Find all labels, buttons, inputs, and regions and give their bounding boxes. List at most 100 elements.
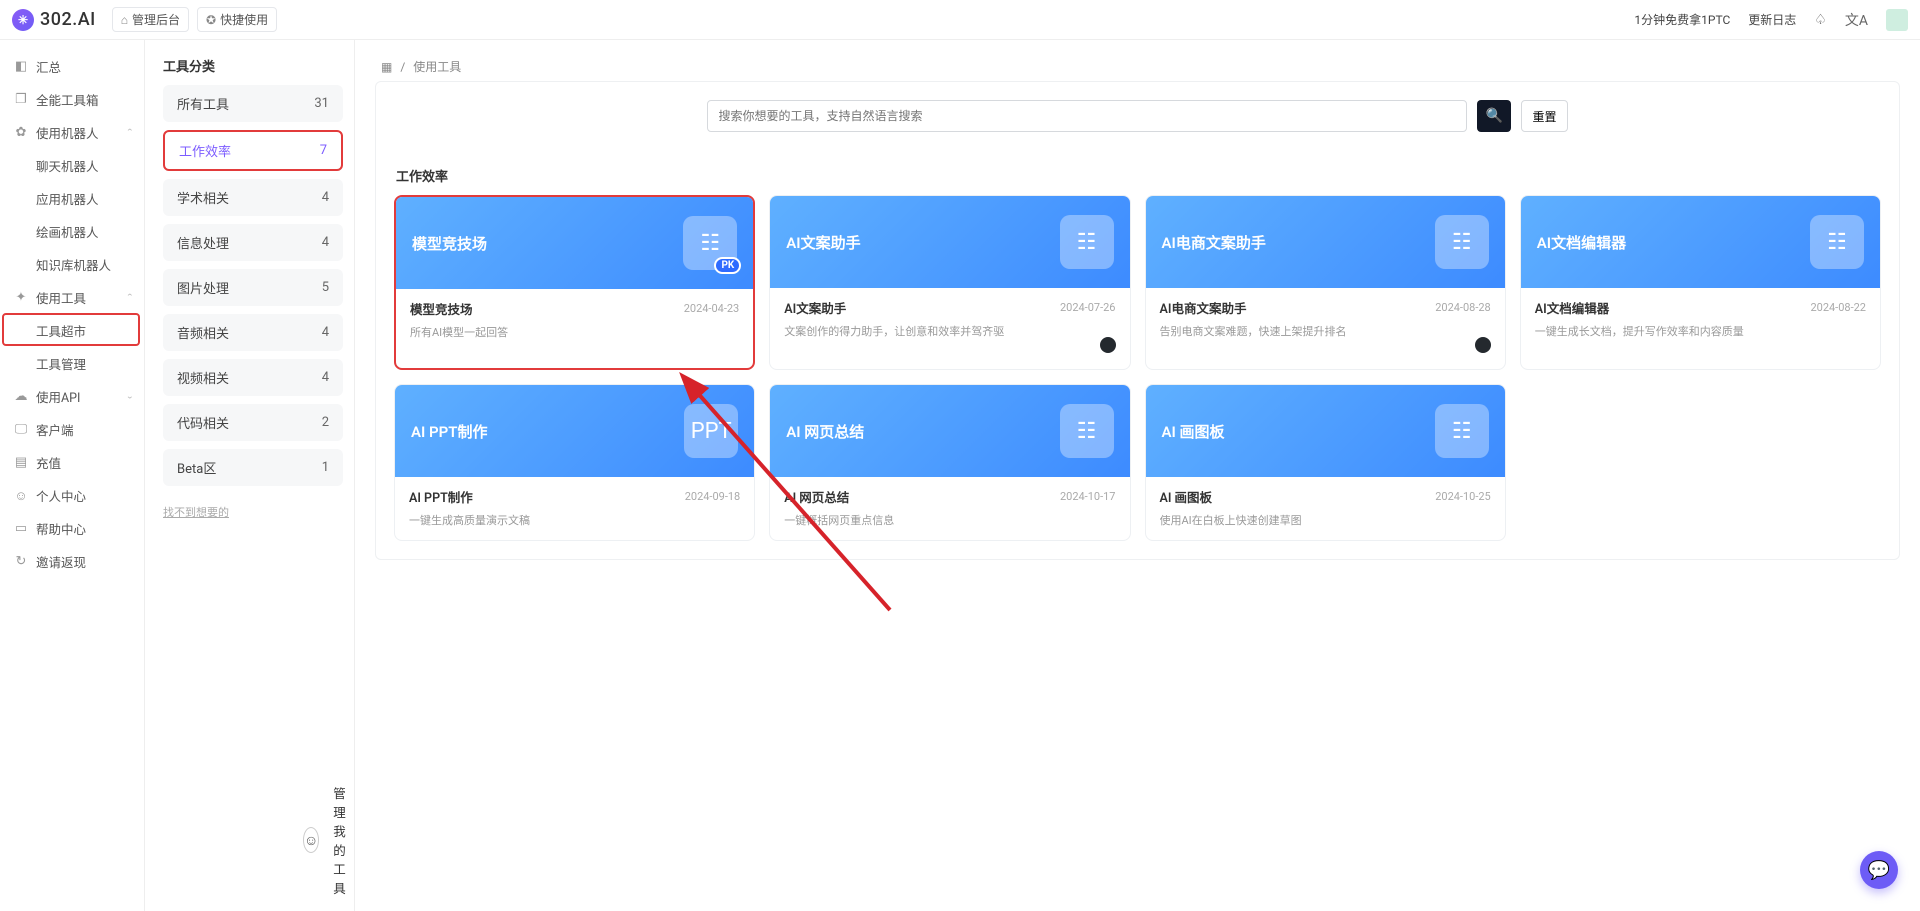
card-desc: 一键概括网页重点信息: [784, 512, 1115, 528]
card-header-icon: ☷: [1060, 404, 1114, 458]
language-icon[interactable]: 文A: [1845, 10, 1868, 30]
sidebar-item-15[interactable]: ↻ 邀请返现: [0, 545, 144, 578]
card-header: AI文案助手☷: [770, 196, 1129, 288]
category-item-8[interactable]: Beta区1: [163, 449, 343, 486]
card-body: AI 网页总结2024-10-17一键概括网页重点信息: [770, 477, 1129, 540]
card-desc: 一键生成长文档，提升写作效率和内容质量: [1535, 323, 1866, 339]
home-icon: ⌂: [121, 13, 128, 27]
user-avatar-icon[interactable]: ☺: [303, 827, 319, 853]
breadcrumb-grid-icon[interactable]: ▦: [381, 60, 392, 74]
sidebar-label: 个人中心: [36, 486, 86, 505]
sidebar-label: 使用机器人: [36, 123, 99, 142]
sidebar-item-5[interactable]: 绘画机器人: [0, 215, 144, 248]
admin-backend-label: 管理后台: [132, 11, 180, 28]
category-count: 1: [322, 460, 329, 475]
sidebar-item-7[interactable]: ✦使用工具: [0, 281, 144, 314]
section-title: 工作效率: [396, 166, 1881, 185]
tool-card-2[interactable]: AI电商文案助手☷AI电商文案助手2024-08-28 告别电商文案难题，快速上…: [1145, 195, 1506, 370]
breadcrumb-current: 使用工具: [413, 58, 461, 75]
sidebar-icon: ❐: [14, 92, 28, 107]
tool-card-1[interactable]: AI文案助手☷AI文案助手2024-07-26 文案创作的得力助手，让创意和效率…: [769, 195, 1130, 370]
avatar[interactable]: [1886, 9, 1908, 31]
card-name: AI 画图板: [1160, 487, 1213, 506]
not-found-link[interactable]: 找不到想要的: [163, 504, 343, 520]
category-item-2[interactable]: 学术相关4: [163, 179, 343, 216]
card-date: 2024-07-26: [1060, 301, 1116, 314]
sidebar-item-4[interactable]: 应用机器人: [0, 182, 144, 215]
search-input[interactable]: [707, 100, 1467, 132]
card-body: AI PPT制作2024-09-18一键生成高质量演示文稿: [395, 477, 754, 540]
card-header: AI文档编辑器☷: [1521, 196, 1880, 288]
card-header-icon: PPT: [684, 404, 738, 458]
manage-my-tools-link[interactable]: 管理我的工具: [333, 783, 355, 897]
tool-card-3[interactable]: AI文档编辑器☷AI文档编辑器2024-08-22一键生成长文档，提升写作效率和…: [1520, 195, 1881, 370]
sidebar-item-8[interactable]: 工具超市: [0, 314, 144, 347]
tool-card-5[interactable]: AI 网页总结☷AI 网页总结2024-10-17一键概括网页重点信息: [769, 384, 1130, 541]
category-item-0[interactable]: 所有工具31: [163, 85, 343, 122]
sidebar-icon: ▤: [14, 455, 28, 470]
category-item-1[interactable]: 工作效率7: [163, 130, 343, 171]
card-header-title: AI 画图板: [1162, 421, 1225, 442]
sidebar-item-1[interactable]: ❐全能工具箱: [0, 83, 144, 116]
card-date: 2024-10-17: [1060, 490, 1116, 503]
sidebar-icon: ◧: [14, 59, 28, 74]
sidebar-label: 充值: [36, 453, 61, 472]
category-item-7[interactable]: 代码相关2: [163, 404, 343, 441]
sidebar-item-11[interactable]: 🖵客户端: [0, 413, 144, 446]
category-item-4[interactable]: 图片处理5: [163, 269, 343, 306]
sidebar-icon: ↻: [14, 554, 28, 569]
sidebar-item-10[interactable]: ☁使用API: [0, 380, 144, 413]
card-name: AI文档编辑器: [1535, 298, 1609, 317]
tool-grid: 模型竞技场☷PK模型竞技场2024-04-23所有AI模型一起回答AI文案助手☷…: [394, 195, 1881, 541]
changelog-link[interactable]: 更新日志: [1748, 11, 1796, 28]
tool-card-6[interactable]: AI 画图板☷AI 画图板2024-10-25使用AI在白板上快速创建草图: [1145, 384, 1506, 541]
card-header-title: AI文案助手: [786, 232, 860, 253]
admin-backend-button[interactable]: ⌂ 管理后台: [112, 7, 189, 32]
category-count: 2: [322, 415, 329, 430]
card-date: 2024-08-28: [1435, 301, 1491, 314]
sidebar-icon: ☺: [14, 488, 28, 504]
sidebar-label: 工具管理: [36, 354, 86, 373]
card-body: AI电商文案助手2024-08-28 告别电商文案难题，快速上架提升排名: [1146, 288, 1505, 369]
sidebar-item-6[interactable]: 知识库机器人: [0, 248, 144, 281]
sidebar-item-3[interactable]: 聊天机器人: [0, 149, 144, 182]
category-item-5[interactable]: 音频相关4: [163, 314, 343, 351]
tool-card-4[interactable]: AI PPT制作PPTAI PPT制作2024-09-18一键生成高质量演示文稿: [394, 384, 755, 541]
breadcrumb: ▦ / 使用工具: [375, 40, 1900, 81]
sidebar-label: 使用API: [36, 387, 80, 406]
github-icon[interactable]: [1100, 337, 1116, 353]
reset-button[interactable]: 重置: [1521, 100, 1567, 132]
sidebar-item-9[interactable]: 工具管理: [0, 347, 144, 380]
sidebar-item-2[interactable]: ✿使用机器人: [0, 116, 144, 149]
category-item-6[interactable]: 视频相关4: [163, 359, 343, 396]
chat-fab[interactable]: 💬: [1860, 851, 1898, 889]
category-count: 4: [322, 235, 329, 250]
card-desc: 使用AI在白板上快速创建草图: [1160, 512, 1491, 528]
sidebar: ◧汇总❐全能工具箱✿使用机器人聊天机器人应用机器人绘画机器人知识库机器人✦使用工…: [0, 40, 145, 911]
card-header: AI PPT制作PPT: [395, 385, 754, 477]
card-header-title: 模型竞技场: [412, 233, 487, 254]
search-row: 🔍 重置: [394, 82, 1881, 140]
sidebar-label: 应用机器人: [36, 189, 99, 208]
bell-icon[interactable]: ♤: [1814, 12, 1827, 28]
card-header-title: AI文档编辑器: [1537, 232, 1626, 253]
card-desc: 一键生成高质量演示文稿: [409, 512, 740, 528]
sidebar-item-14[interactable]: ▭帮助中心: [0, 512, 144, 545]
sidebar-label: 邀请返现: [36, 552, 86, 571]
sidebar-item-0[interactable]: ◧汇总: [0, 50, 144, 83]
promo-link[interactable]: 1分钟免费拿1PTC: [1634, 11, 1730, 28]
search-button[interactable]: 🔍: [1477, 100, 1511, 132]
breadcrumb-sep: /: [400, 60, 405, 74]
tool-card-0[interactable]: 模型竞技场☷PK模型竞技场2024-04-23所有AI模型一起回答: [394, 195, 755, 370]
brand[interactable]: ✳ 302.AI: [12, 9, 96, 31]
brand-logo-icon: ✳: [12, 9, 34, 31]
sidebar-item-13[interactable]: ☺ 个人中心: [0, 479, 144, 512]
quick-use-button[interactable]: ✪ 快捷使用: [197, 7, 277, 32]
sidebar-icon: ✦: [14, 290, 28, 305]
card-name: AI PPT制作: [409, 487, 473, 506]
github-icon[interactable]: [1475, 337, 1491, 353]
card-body: AI文案助手2024-07-26 文案创作的得力助手，让创意和效率并驾齐驱: [770, 288, 1129, 369]
card-body: AI文档编辑器2024-08-22一键生成长文档，提升写作效率和内容质量: [1521, 288, 1880, 351]
sidebar-item-12[interactable]: ▤ 充值: [0, 446, 144, 479]
category-item-3[interactable]: 信息处理4: [163, 224, 343, 261]
